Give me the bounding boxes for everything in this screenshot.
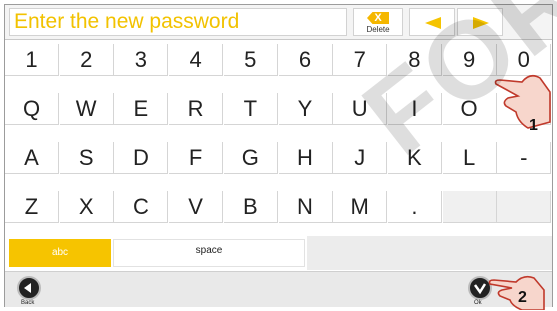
delete-label: Delete xyxy=(366,25,390,34)
key[interactable]: 5 xyxy=(223,44,278,76)
key[interactable]: L xyxy=(442,142,497,174)
keyboard-row: 1234567890 xyxy=(5,44,552,76)
key[interactable]: . xyxy=(387,191,442,223)
footer-bar: Back Ok xyxy=(5,271,552,307)
delete-icon: X xyxy=(367,12,389,24)
key-blank xyxy=(497,191,552,223)
key[interactable]: N xyxy=(278,191,333,223)
back-button[interactable] xyxy=(17,276,41,300)
ok-label: Ok xyxy=(474,300,482,306)
keyboard-screen: Enter the new password X Delete 12345678… xyxy=(4,4,553,307)
key[interactable]: 1 xyxy=(5,44,59,76)
keyboard-row: QWERTYUIOP xyxy=(5,93,552,125)
password-input[interactable]: Enter the new password xyxy=(9,8,347,36)
key[interactable]: 2 xyxy=(59,44,114,76)
key[interactable]: C xyxy=(114,191,169,223)
key[interactable]: B xyxy=(223,191,278,223)
keyboard-row: ASDFGHJKL- xyxy=(5,142,552,174)
cursor-right-button[interactable] xyxy=(457,8,503,36)
callout-number: 2 xyxy=(518,289,527,306)
key[interactable]: D xyxy=(114,142,169,174)
key[interactable]: A xyxy=(5,142,59,174)
key[interactable]: M xyxy=(333,191,388,223)
pointing-hand-icon xyxy=(494,74,551,129)
check-icon xyxy=(473,283,487,295)
delete-button[interactable]: X Delete xyxy=(353,8,403,36)
arrow-left-icon xyxy=(425,17,441,29)
key[interactable]: G xyxy=(223,142,278,174)
key[interactable]: U xyxy=(333,93,388,125)
key[interactable]: O xyxy=(442,93,497,125)
bottom-row-filler xyxy=(307,236,552,270)
key[interactable]: F xyxy=(169,142,224,174)
back-arrow-icon xyxy=(24,283,31,293)
keyboard-row: ZXCVBNM. xyxy=(5,191,552,223)
key-blank xyxy=(442,191,497,223)
key[interactable]: 3 xyxy=(114,44,169,76)
key[interactable]: 6 xyxy=(278,44,333,76)
abc-mode-button[interactable]: abc xyxy=(9,239,111,267)
key[interactable]: S xyxy=(59,142,114,174)
keyboard-bottom-row: abc space xyxy=(5,236,552,270)
key[interactable]: W xyxy=(59,93,114,125)
key[interactable]: K xyxy=(387,142,442,174)
cursor-left-button[interactable] xyxy=(409,8,455,36)
key[interactable]: 9 xyxy=(442,44,497,76)
space-key[interactable]: space xyxy=(113,239,305,267)
key[interactable]: X xyxy=(59,191,114,223)
key[interactable]: H xyxy=(278,142,333,174)
key[interactable]: E xyxy=(114,93,169,125)
key[interactable]: 8 xyxy=(387,44,442,76)
key[interactable]: V xyxy=(169,191,224,223)
key[interactable]: I xyxy=(387,93,442,125)
key[interactable]: R xyxy=(169,93,224,125)
top-bar: Enter the new password X Delete xyxy=(5,5,552,40)
callout-number: 1 xyxy=(529,117,538,134)
back-label: Back xyxy=(21,300,35,306)
key[interactable]: Y xyxy=(278,93,333,125)
key[interactable]: T xyxy=(223,93,278,125)
key[interactable]: - xyxy=(497,142,552,174)
key[interactable]: 4 xyxy=(169,44,224,76)
pointing-hand-icon xyxy=(488,275,545,310)
arrow-right-icon xyxy=(473,17,489,29)
key[interactable]: 7 xyxy=(333,44,388,76)
key[interactable]: Z xyxy=(5,191,59,223)
key[interactable]: Q xyxy=(5,93,59,125)
key[interactable]: J xyxy=(333,142,388,174)
